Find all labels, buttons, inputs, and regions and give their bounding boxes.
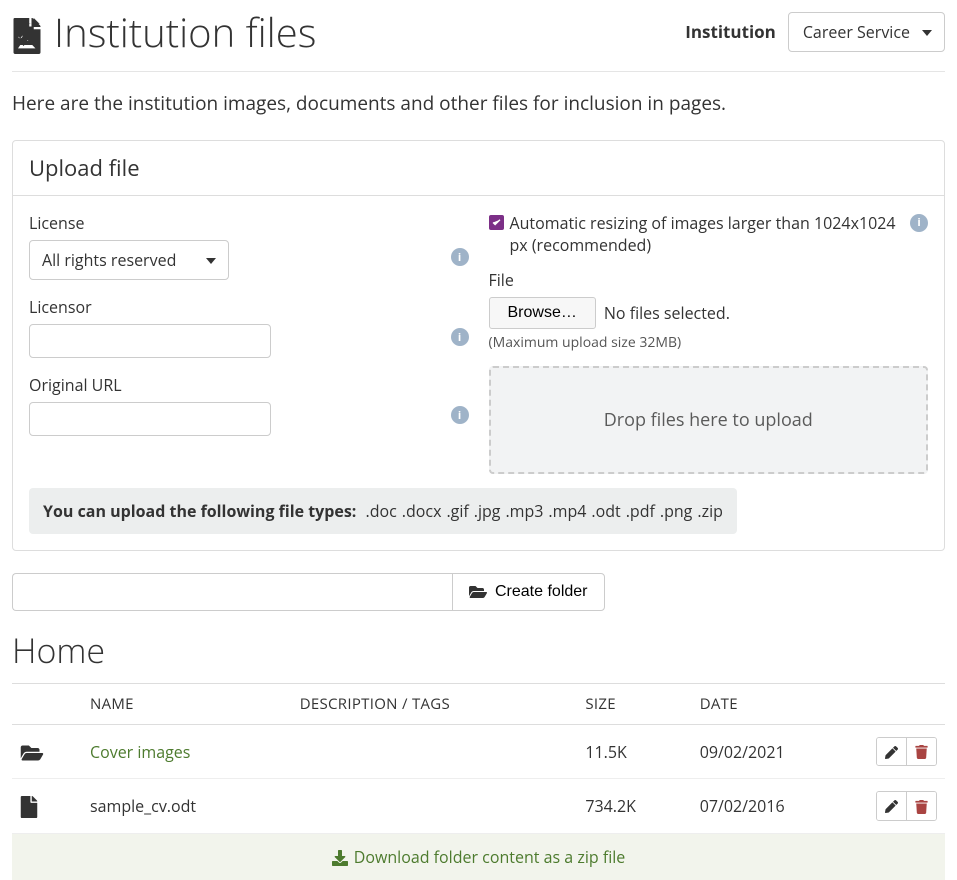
file-ext: .mp4 (548, 500, 586, 522)
file-status-text: No files selected. (604, 302, 730, 324)
info-icon[interactable]: i (451, 406, 469, 424)
license-select[interactable]: All rights reserved (29, 240, 229, 280)
table-row: Cover images 11.5K09/02/2021 (12, 724, 945, 778)
institution-select[interactable]: Career Service (788, 12, 945, 52)
licensor-input[interactable] (29, 324, 271, 358)
file-label: File (489, 269, 929, 291)
delete-button[interactable] (906, 738, 936, 765)
auto-resize-checkbox[interactable] (489, 215, 504, 230)
file-ext: .jpg (474, 500, 501, 522)
folder-open-icon (469, 583, 487, 601)
folder-path-title: Home (12, 627, 945, 673)
download-zip-link[interactable]: Download folder content as a zip file (332, 846, 626, 868)
institution-selected-value: Career Service (803, 21, 910, 43)
create-folder-label: Create folder (495, 583, 588, 601)
file-ext: .odt (591, 500, 620, 522)
license-label: License (29, 212, 469, 234)
info-icon[interactable]: i (451, 248, 469, 266)
file-ext: .pdf (626, 500, 655, 522)
cell-size: 11.5K (577, 724, 691, 778)
folder-icon (20, 740, 44, 762)
file-dropzone[interactable]: Drop files here to upload (489, 366, 929, 474)
licensor-label: Licensor (29, 296, 469, 318)
institution-label: Institution (685, 20, 776, 43)
edit-button[interactable] (877, 792, 906, 819)
upload-panel-title: Upload file (13, 141, 944, 196)
files-table: NAME DESCRIPTION / TAGS SIZE DATE Cover … (12, 683, 945, 834)
col-desc: DESCRIPTION / TAGS (292, 683, 578, 724)
upload-panel: Upload file License All rights reserved … (12, 140, 945, 551)
file-types-intro: You can upload the following file types: (43, 500, 356, 522)
page-title-text: Institution files (54, 4, 316, 59)
cell-desc (292, 779, 578, 833)
original-url-label: Original URL (29, 374, 469, 396)
file-icon (20, 794, 38, 816)
file-ext: .doc (366, 500, 397, 522)
cell-size: 734.2K (577, 779, 691, 833)
file-ext: .mp3 (505, 500, 543, 522)
info-icon[interactable]: i (910, 214, 928, 232)
file-types-info: You can upload the following file types:… (29, 488, 737, 534)
cell-date: 09/02/2021 (692, 724, 865, 778)
page-description: Here are the institution images, documen… (12, 90, 945, 116)
cell-desc (292, 724, 578, 778)
cell-date: 07/02/2016 (692, 779, 865, 833)
col-size: SIZE (577, 683, 691, 724)
trash-icon (915, 798, 928, 813)
folder-name-input[interactable] (12, 573, 452, 611)
pencil-icon (885, 799, 898, 814)
info-icon[interactable]: i (451, 328, 469, 346)
image-file-icon (12, 4, 42, 59)
col-name: NAME (82, 683, 292, 724)
auto-resize-label: Automatic resizing of images larger than… (510, 212, 899, 257)
file-ext: .gif (446, 500, 468, 522)
folder-link[interactable]: Cover images (90, 741, 190, 763)
pencil-icon (885, 744, 898, 759)
edit-button[interactable] (877, 738, 906, 765)
download-zip-text: Download folder content as a zip file (354, 846, 626, 868)
table-row: sample_cv.odt 734.2K07/02/2016 (12, 779, 945, 833)
delete-button[interactable] (906, 792, 936, 819)
download-icon (332, 846, 348, 868)
file-ext: .docx (402, 500, 442, 522)
trash-icon (915, 744, 928, 759)
file-ext: .zip (697, 500, 723, 522)
col-date: DATE (692, 683, 865, 724)
original-url-input[interactable] (29, 402, 271, 436)
browse-button[interactable]: Browse… (489, 297, 596, 329)
file-name: sample_cv.odt (90, 795, 196, 817)
license-selected-value: All rights reserved (42, 249, 176, 271)
create-folder-button[interactable]: Create folder (452, 573, 605, 611)
max-upload-text: (Maximum upload size 32MB) (489, 333, 929, 352)
page-title: Institution files (12, 4, 316, 59)
file-ext: .png (660, 500, 693, 522)
